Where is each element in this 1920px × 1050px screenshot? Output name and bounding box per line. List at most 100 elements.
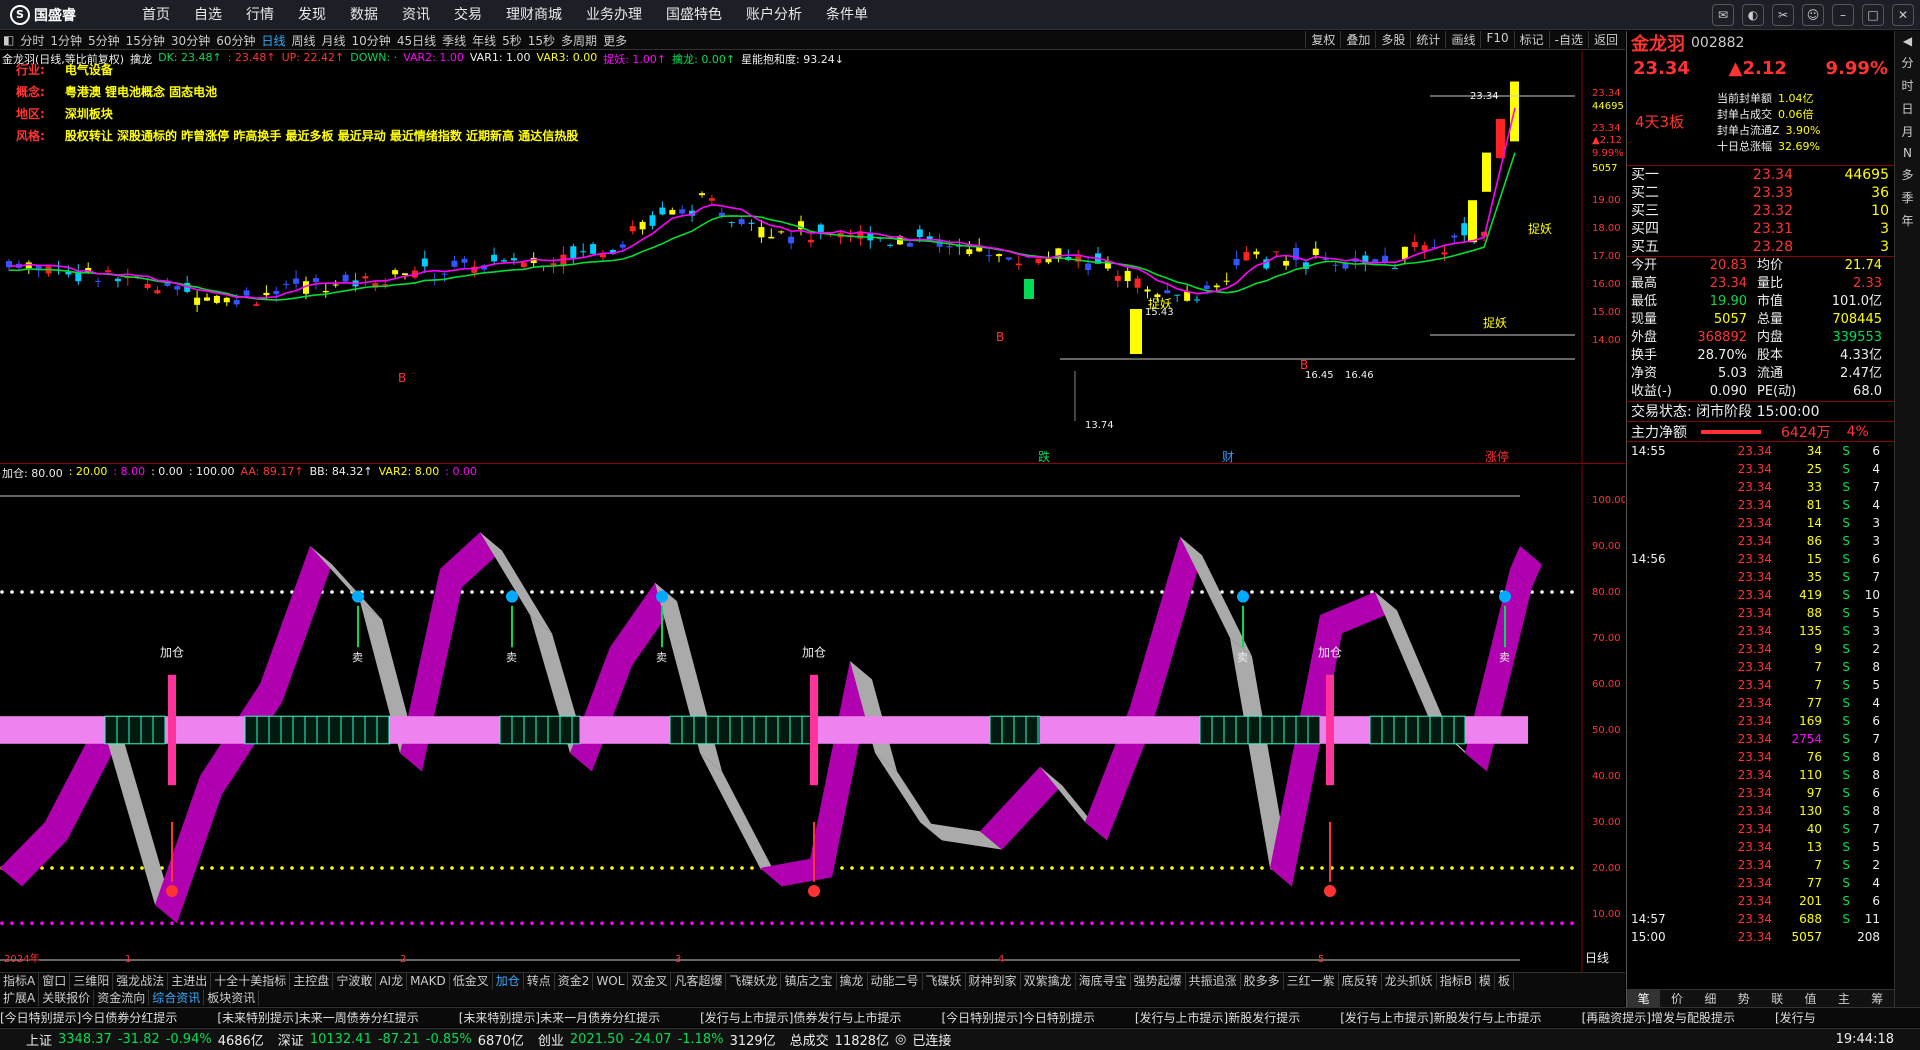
indicator-tab[interactable]: 三维阳 bbox=[70, 973, 114, 990]
indicator-tab[interactable]: 动能二号 bbox=[868, 973, 923, 990]
chart-tool-button[interactable]: 标记 bbox=[1513, 31, 1549, 48]
chart-tool-button[interactable]: 统计 bbox=[1410, 31, 1445, 48]
indicator-tab[interactable]: 主控盘 bbox=[290, 973, 334, 990]
period-0[interactable]: 分时 bbox=[17, 32, 47, 49]
top-menu-item[interactable]: 交易 bbox=[442, 0, 494, 30]
indicator-tab[interactable]: 双金叉 bbox=[628, 973, 672, 990]
chart-tool-button[interactable]: 多股 bbox=[1375, 31, 1410, 48]
panel-tab[interactable]: 价 bbox=[1660, 990, 1693, 1007]
indicator-tab[interactable]: 模 bbox=[1476, 973, 1495, 990]
news-item[interactable]: [今日特别提示]今日特别提示 bbox=[942, 1008, 1095, 1027]
news-item[interactable]: [发行与上市提示]新股发行提示 bbox=[1135, 1008, 1300, 1027]
panel-tab[interactable]: 势 bbox=[1727, 990, 1760, 1007]
kline-chart[interactable]: 金龙羽(日线,等比前复权) 擒龙 DK: 23.48↑: 23.48↑ UP: 22.… bbox=[0, 51, 1625, 464]
minimize-icon[interactable]: – bbox=[1832, 4, 1854, 26]
indicator-tab[interactable]: 凡客超爆 bbox=[671, 973, 727, 990]
top-menu-item[interactable]: 数据 bbox=[338, 0, 390, 30]
indicator-tab[interactable]: 底反转 bbox=[1339, 973, 1382, 990]
news-item[interactable]: [发行与上市提示]新股发行与上市提示 bbox=[1340, 1008, 1541, 1027]
chart-tool-button[interactable]: 返回 bbox=[1587, 31, 1623, 48]
side-tool[interactable]: 时 bbox=[1901, 77, 1913, 94]
indicator-tab[interactable]: AI龙 bbox=[376, 973, 408, 990]
chart-tool-button[interactable]: 复权 bbox=[1305, 31, 1340, 48]
period-14[interactable]: 15秒 bbox=[525, 32, 558, 49]
side-tool[interactable]: N bbox=[1903, 146, 1912, 160]
period-13[interactable]: 5秒 bbox=[499, 32, 525, 49]
news-item[interactable]: [发行与上市提示]债券发行与上市提示 bbox=[700, 1008, 901, 1027]
extension-tab[interactable]: 资金流向 bbox=[94, 990, 150, 1006]
message-icon[interactable]: ✉ bbox=[1712, 4, 1734, 26]
indicator-tab[interactable]: 擒龙 bbox=[837, 973, 868, 990]
indicator-tab[interactable]: 板 bbox=[1495, 973, 1514, 990]
period-9[interactable]: 10分钟 bbox=[349, 32, 394, 49]
tools-icon[interactable]: ✂ bbox=[1772, 4, 1794, 26]
panel-tab[interactable]: 筹 bbox=[1861, 990, 1894, 1007]
indicator-tab[interactable]: 胶多多 bbox=[1241, 973, 1284, 990]
side-tool[interactable]: 年 bbox=[1901, 212, 1913, 229]
news-ticker[interactable]: [今日特别提示]今日债券分红提示 [未来特别提示]未来一周债券分红提示 [未来特别提… bbox=[0, 1007, 1920, 1027]
news-item[interactable]: [未来特别提示]未来一月债券分红提示 bbox=[459, 1008, 660, 1027]
side-tool[interactable]: 月 bbox=[1901, 123, 1913, 140]
chart-tool-button[interactable]: F10 bbox=[1480, 31, 1513, 48]
indicator-tab[interactable]: MAKD bbox=[407, 973, 450, 990]
chart-tool-button[interactable]: 画线 bbox=[1445, 31, 1480, 48]
indicator-tab[interactable]: 镇店之宝 bbox=[781, 973, 837, 990]
indicator-tab[interactable]: 龙头抓妖 bbox=[1382, 973, 1437, 990]
top-menu-item[interactable]: 理财商城 bbox=[494, 0, 574, 30]
maximize-icon[interactable]: □ bbox=[1862, 4, 1884, 26]
top-menu-item[interactable]: 行情 bbox=[234, 0, 286, 30]
period-11[interactable]: 季线 bbox=[439, 32, 469, 49]
app-logo[interactable]: S 国盛睿 bbox=[0, 4, 130, 25]
period-12[interactable]: 年线 bbox=[469, 32, 499, 49]
indicator-tab[interactable]: 强龙战法 bbox=[113, 973, 169, 990]
indicator-tab[interactable]: 资金2 bbox=[555, 973, 594, 990]
top-menu-item[interactable]: 自选 bbox=[182, 0, 234, 30]
top-menu-item[interactable]: 资讯 bbox=[390, 0, 442, 30]
indicator-tab[interactable]: 十全十美指标 bbox=[211, 973, 291, 990]
indicator-tab[interactable]: WOL bbox=[593, 973, 629, 990]
indicator-tab[interactable]: 低金叉 bbox=[450, 973, 493, 990]
top-menu-item[interactable]: 账户分析 bbox=[734, 0, 814, 30]
indicator-tab[interactable]: 强势起爆 bbox=[1131, 973, 1186, 990]
panel-tab[interactable]: 值 bbox=[1794, 990, 1827, 1007]
extension-tab[interactable]: 综合资讯 bbox=[149, 990, 205, 1006]
indicator-tab[interactable]: 主进出 bbox=[168, 973, 212, 990]
period-8[interactable]: 月线 bbox=[319, 32, 349, 49]
news-item[interactable]: [今日特别提示]今日债券分红提示 bbox=[0, 1008, 177, 1027]
period-4[interactable]: 30分钟 bbox=[168, 32, 213, 49]
extension-tab[interactable]: 关联报价 bbox=[39, 990, 95, 1006]
panel-tab[interactable]: 细 bbox=[1694, 990, 1727, 1007]
side-tool[interactable]: 季 bbox=[1901, 189, 1913, 206]
top-menu-item[interactable]: 国盛特色 bbox=[654, 0, 734, 30]
panel-tab[interactable]: 联 bbox=[1761, 990, 1794, 1007]
period-5[interactable]: 60分钟 bbox=[213, 32, 258, 49]
indicator-tab[interactable]: 海底寻宝 bbox=[1076, 973, 1131, 990]
indicator-tab[interactable]: 指标B bbox=[1437, 973, 1476, 990]
indicator-tab[interactable]: 窗口 bbox=[39, 973, 71, 990]
indicator-tab[interactable]: 三红一紫 bbox=[1284, 973, 1339, 990]
side-tool[interactable]: 日 bbox=[1901, 100, 1913, 117]
period-10[interactable]: 45日线 bbox=[394, 32, 439, 49]
period-1[interactable]: 1分钟 bbox=[47, 32, 85, 49]
panel-tab[interactable]: 主 bbox=[1827, 990, 1860, 1007]
top-menu-item[interactable]: 首页 bbox=[130, 0, 182, 30]
period-3[interactable]: 15分钟 bbox=[123, 32, 168, 49]
tick-list[interactable]: 14:55 23.34 34 S 6 23.34 25 S 4 23.34 33 S 7 23.34 81 S… bbox=[1627, 442, 1894, 946]
indicator-tab[interactable]: 共振追涨 bbox=[1186, 973, 1241, 990]
skin-icon[interactable]: ◐ bbox=[1742, 4, 1764, 26]
period-6[interactable]: 日线 bbox=[258, 32, 288, 49]
top-menu-item[interactable]: 条件单 bbox=[814, 0, 880, 30]
side-tool[interactable]: ◀ bbox=[1903, 34, 1912, 48]
extension-tab[interactable]: 板块资讯 bbox=[204, 990, 260, 1006]
indicator-tab[interactable]: 宁波敢 bbox=[333, 973, 377, 990]
extension-tab[interactable]: 扩展A bbox=[0, 990, 40, 1006]
news-item[interactable]: [再融资提示]增发与配股提示 bbox=[1582, 1008, 1735, 1027]
sub-indicator-chart[interactable]: 加仓: 80.00: 20.00: 8.00: 0.00: 100.00 AA: … bbox=[0, 465, 1627, 975]
indicator-tab[interactable]: 飞碟妖龙 bbox=[726, 973, 782, 990]
period-15[interactable]: 多周期 bbox=[558, 32, 600, 49]
indicator-tab[interactable]: 加仓 bbox=[493, 973, 524, 990]
indicator-tab[interactable]: 指标A bbox=[0, 973, 40, 990]
close-icon[interactable]: ✕ bbox=[1892, 4, 1914, 26]
news-item[interactable]: [未来特别提示]未来一周债券分红提示 bbox=[217, 1008, 418, 1027]
chart-tool-button[interactable]: 叠加 bbox=[1340, 31, 1375, 48]
